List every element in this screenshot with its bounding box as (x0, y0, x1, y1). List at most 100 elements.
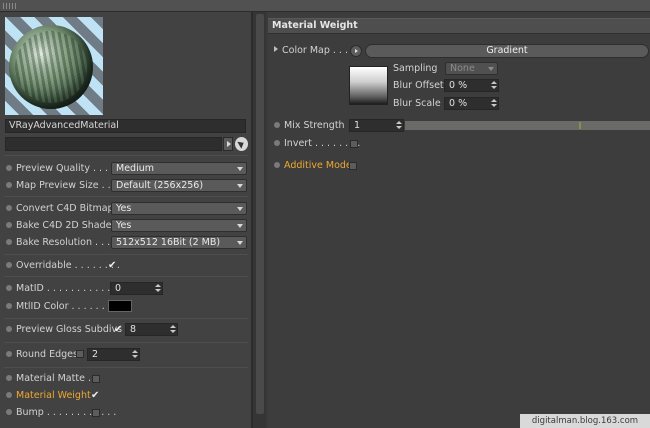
spinner-arrows-icon[interactable] (132, 350, 138, 359)
bake-c4d-2d-shaders-dropdown[interactable]: Yes (111, 219, 247, 232)
row-bake-resolution: Bake Resolution . . . . (6, 236, 116, 250)
animate-dot-icon[interactable] (6, 182, 12, 188)
row-matid: MatID . . . . . . . . . . . . . (6, 282, 122, 296)
mix-strength-label: Mix Strength (284, 120, 345, 131)
link-field[interactable] (5, 137, 222, 151)
spinner-arrows-icon[interactable] (491, 99, 497, 108)
animate-dot-icon[interactable] (6, 326, 12, 332)
animate-dot-icon[interactable] (274, 162, 280, 168)
blur-scale-label: Blur Scale (393, 98, 441, 109)
row-mix-strength: Mix Strength (274, 119, 345, 133)
panel-title: Material Weight (268, 18, 650, 34)
expand-arrow-icon[interactable] (274, 46, 278, 52)
spinner-arrows-icon[interactable] (396, 121, 402, 130)
animate-dot-icon[interactable] (6, 409, 12, 415)
invert-checkbox[interactable] (350, 140, 358, 148)
material-weight-label[interactable]: Material Weight (16, 389, 91, 403)
map-preview-size-label: Map Preview Size . . . (16, 180, 117, 191)
bake-resolution-label: Bake Resolution . . . . (16, 237, 117, 248)
bump-checkbox[interactable] (92, 409, 100, 417)
convert-c4d-bitmaps-dropdown[interactable]: Yes (111, 202, 247, 215)
divider (4, 342, 248, 343)
material-name-field[interactable]: VRayAdvancedMaterial (5, 119, 246, 133)
divider (4, 155, 248, 156)
row-material-weight: Material Weight (6, 389, 91, 403)
row-mtlid-color: MtlID Color . . . . . . . . (6, 300, 117, 314)
blur-scale-input[interactable]: 0 % (444, 97, 499, 110)
sampling-dropdown[interactable]: None (445, 62, 498, 75)
preview-gloss-subdivs-label: Preview Gloss Subdivs (16, 324, 123, 335)
pick-cursor-icon[interactable] (235, 137, 248, 151)
animate-dot-icon[interactable] (6, 351, 12, 357)
spinner-arrows-icon[interactable] (170, 325, 176, 334)
material-weight-panel: Material Weight Color Map . . . . Gradie… (268, 12, 650, 428)
mix-strength-input[interactable]: 1 (349, 119, 404, 132)
preview-quality-dropdown[interactable]: Medium (111, 162, 247, 175)
row-material-matte: Material Matte . . (6, 372, 97, 386)
drag-grip-icon[interactable] (3, 3, 17, 9)
mix-strength-slider[interactable] (405, 121, 650, 130)
preview-gloss-subdivs-checkbox[interactable]: ✔ (114, 325, 124, 335)
watermark: digitalman.blog.163.com (520, 414, 650, 428)
color-map-menu-button[interactable] (350, 45, 362, 57)
round-edges-input[interactable]: 2 (87, 348, 140, 361)
material-settings-panel: VRayAdvancedMaterial Preview Quality . .… (0, 12, 252, 428)
color-map-label: Color Map . . . . (282, 45, 355, 56)
additive-mode-checkbox[interactable] (349, 162, 357, 170)
round-edges-checkbox[interactable] (76, 350, 84, 358)
overridable-checkbox[interactable]: ✔ (108, 261, 118, 271)
title-strip (0, 0, 650, 12)
mtlid-color-swatch[interactable] (108, 300, 132, 312)
matid-input[interactable]: 0 (110, 282, 163, 295)
blur-scale-value: 0 % (449, 98, 468, 109)
spinner-arrows-icon[interactable] (491, 81, 497, 90)
animate-dot-icon[interactable] (6, 285, 12, 291)
animate-dot-icon[interactable] (6, 303, 12, 309)
preview-gloss-subdivs-value: 8 (130, 324, 137, 335)
animate-dot-icon[interactable] (6, 205, 12, 211)
row-invert: Invert . . . . . . . . (274, 137, 360, 151)
row-preview-gloss-subdivs: Preview Gloss Subdivs (6, 323, 122, 337)
blur-offset-label: Blur Offset (393, 80, 444, 91)
slider-handle[interactable] (579, 122, 581, 129)
bake-c4d-2d-shaders-label: Bake C4D 2D Shaders (16, 220, 121, 231)
row-convert-c4d-bitmaps: Convert C4D Bitmaps (6, 202, 119, 216)
sampling-label: Sampling (393, 63, 438, 74)
color-map-shader-button[interactable]: Gradient (365, 44, 649, 58)
matid-value: 0 (115, 283, 122, 294)
map-preview-size-dropdown[interactable]: Default (256x256) (111, 179, 247, 192)
animate-dot-icon[interactable] (274, 122, 280, 128)
animate-dot-icon[interactable] (6, 392, 12, 398)
animate-dot-icon[interactable] (6, 165, 12, 171)
blur-offset-input[interactable]: 0 % (444, 79, 499, 92)
animate-dot-icon[interactable] (6, 222, 12, 228)
divider (4, 196, 248, 197)
preview-quality-label: Preview Quality . . . . (16, 163, 115, 174)
animate-dot-icon[interactable] (6, 375, 12, 381)
row-color-map: Color Map . . . . (274, 44, 354, 58)
row-map-preview-size: Map Preview Size . . . (6, 179, 117, 193)
spinner-arrows-icon[interactable] (155, 284, 161, 293)
matid-label: MatID . . . . . . . . . . . . . (16, 283, 123, 294)
bake-resolution-dropdown[interactable]: 512x512 16Bit (2 MB) (111, 236, 247, 249)
mix-strength-value: 1 (354, 120, 361, 131)
animate-dot-icon[interactable] (274, 140, 280, 146)
link-arrow-button[interactable] (223, 137, 233, 151)
additive-mode-label[interactable]: Additive Mode (284, 159, 352, 173)
scrollbar-thumb[interactable] (256, 14, 264, 414)
material-preview[interactable] (5, 17, 103, 115)
row-bake-c4d-2d-shaders: Bake C4D 2D Shaders (6, 219, 120, 233)
invert-label: Invert . . . . . . . . (284, 138, 361, 149)
material-matte-checkbox[interactable] (92, 375, 100, 383)
animate-dot-icon[interactable] (6, 239, 12, 245)
material-weight-checkbox[interactable]: ✔ (91, 391, 101, 401)
convert-c4d-bitmaps-label: Convert C4D Bitmaps (16, 203, 119, 214)
divider (4, 318, 248, 319)
row-round-edges: Round Edges (6, 348, 78, 362)
animate-dot-icon[interactable] (6, 262, 12, 268)
round-edges-label: Round Edges (16, 349, 78, 360)
preview-gloss-subdivs-input[interactable]: 8 (125, 323, 178, 336)
gradient-preview[interactable] (349, 66, 388, 105)
preview-sphere (9, 25, 93, 109)
left-scrollbar[interactable] (252, 12, 266, 428)
